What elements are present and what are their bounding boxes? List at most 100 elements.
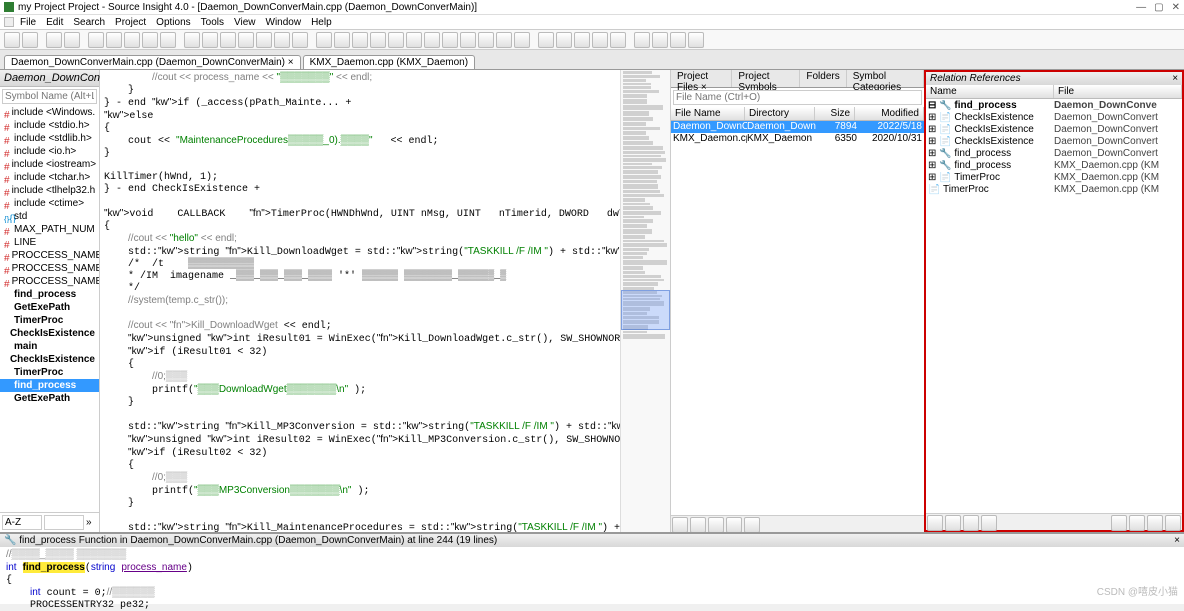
relation-close-icon[interactable]: × — [1172, 73, 1178, 84]
code-editor[interactable]: //cout << process_name << "▒▒▒▒▒▒▒" << e… — [100, 70, 670, 532]
col-mod[interactable]: Modified — [855, 107, 924, 120]
doc-tab[interactable]: Daemon_DownConverMain.cpp (Daemon_DownCo… — [4, 55, 301, 69]
tool-button[interactable] — [460, 32, 476, 48]
tool-button[interactable] — [556, 32, 572, 48]
symbol-item[interactable]: CheckIsExistence — [0, 353, 99, 366]
symbol-item[interactable]: find_process — [0, 288, 99, 301]
symbol-item[interactable]: GetExePath — [0, 301, 99, 314]
tool-button[interactable] — [574, 32, 590, 48]
copy-button[interactable] — [106, 32, 122, 48]
tool-button[interactable] — [496, 32, 512, 48]
symbol-item[interactable]: #include <ctime> — [0, 197, 99, 210]
file-search-input[interactable] — [673, 90, 922, 105]
symbol-item[interactable]: #PROCCESS_NAME_ — [0, 249, 99, 262]
tool-button[interactable] — [406, 32, 422, 48]
proj-tool-button[interactable] — [744, 517, 760, 532]
context-close-icon[interactable]: × — [1174, 535, 1180, 546]
tool-button[interactable] — [238, 32, 254, 48]
tool-button[interactable] — [610, 32, 626, 48]
tool-button[interactable] — [202, 32, 218, 48]
proj-tool-button[interactable] — [708, 517, 724, 532]
nav-back-button[interactable] — [4, 32, 20, 48]
projtab-symbols[interactable]: Project Symbols — [732, 70, 800, 87]
tool-button[interactable] — [592, 32, 608, 48]
symbol-item[interactable]: #LINE — [0, 236, 99, 249]
tool-button[interactable] — [334, 32, 350, 48]
tool-button[interactable] — [514, 32, 530, 48]
file-row[interactable]: Daemon_DownConvDaemon_Down78942022/5/18 — [671, 121, 924, 133]
symbol-item[interactable]: TimerProc — [0, 366, 99, 379]
save-button[interactable] — [46, 32, 62, 48]
relation-node[interactable]: ⊞ 📄 CheckIsExistenceDaemon_DownConvert — [928, 136, 1180, 148]
menu-edit[interactable]: Edit — [42, 17, 67, 28]
relation-node[interactable]: ⊞ 📄 TimerProcKMX_Daemon.cpp (KM — [928, 172, 1180, 184]
symbol-item[interactable]: {}std — [0, 210, 99, 223]
tool-button[interactable] — [292, 32, 308, 48]
range-go-icon[interactable]: » — [86, 517, 92, 528]
symbol-item[interactable]: GetExePath — [0, 392, 99, 405]
save-all-button[interactable] — [64, 32, 80, 48]
col-size[interactable]: Size — [815, 107, 855, 120]
symbol-item[interactable]: TimerProc — [0, 314, 99, 327]
tool-button[interactable] — [220, 32, 236, 48]
symbol-item[interactable]: #include <Windows. — [0, 106, 99, 119]
tool-button[interactable] — [688, 32, 704, 48]
symbol-item[interactable]: #PROCCESS_NAME_ — [0, 275, 99, 288]
tool-button[interactable] — [274, 32, 290, 48]
rel-tool-button[interactable] — [927, 515, 943, 531]
rel-tool-button[interactable] — [1165, 515, 1181, 531]
tool-button[interactable] — [652, 32, 668, 48]
symbol-item[interactable]: CheckIsExistence — [0, 327, 99, 340]
rel-tool-button[interactable] — [1129, 515, 1145, 531]
tool-button[interactable] — [634, 32, 650, 48]
relation-node[interactable]: 📄 TimerProcKMX_Daemon.cpp (KM — [928, 184, 1180, 196]
tab-close-icon[interactable]: × — [288, 57, 294, 68]
tool-button[interactable] — [370, 32, 386, 48]
rel-tool-button[interactable] — [1111, 515, 1127, 531]
tool-button[interactable] — [670, 32, 686, 48]
tool-button[interactable] — [478, 32, 494, 48]
tool-button[interactable] — [424, 32, 440, 48]
projtab-files[interactable]: Project Files × — [671, 70, 732, 87]
menu-window[interactable]: Window — [262, 17, 306, 28]
menu-project[interactable]: Project — [111, 17, 150, 28]
range-to-input[interactable] — [44, 515, 84, 530]
tool-button[interactable] — [388, 32, 404, 48]
proj-tool-button[interactable] — [690, 517, 706, 532]
cut-button[interactable] — [88, 32, 104, 48]
relation-node[interactable]: ⊞ 🔧 find_processKMX_Daemon.cpp (KM — [928, 160, 1180, 172]
relation-node[interactable]: ⊞ 🔧 find_processDaemon_DownConvert — [928, 148, 1180, 160]
symbol-search-input[interactable] — [2, 89, 97, 104]
nav-fwd-button[interactable] — [22, 32, 38, 48]
rel-tool-button[interactable] — [1147, 515, 1163, 531]
tool-button[interactable] — [316, 32, 332, 48]
symbol-item[interactable]: #include <io.h> — [0, 145, 99, 158]
tool-button[interactable] — [442, 32, 458, 48]
symbol-item[interactable]: #include <iostream> — [0, 158, 99, 171]
doc-tab[interactable]: KMX_Daemon.cpp (KMX_Daemon) — [303, 55, 475, 69]
menu-help[interactable]: Help — [307, 17, 336, 28]
proj-tool-button[interactable] — [726, 517, 742, 532]
relation-node[interactable]: ⊞ 📄 CheckIsExistenceDaemon_DownConvert — [928, 112, 1180, 124]
rel-tool-button[interactable] — [945, 515, 961, 531]
range-from-input[interactable] — [2, 515, 42, 530]
projtab-cats[interactable]: Symbol Categories — [847, 70, 924, 87]
file-row[interactable]: KMX_Daemon.cppKMX_Daemon63502020/10/31 — [671, 133, 924, 145]
menu-options[interactable]: Options — [152, 17, 194, 28]
close-button[interactable]: ✕ — [1172, 2, 1180, 13]
col-filename[interactable]: File Name — [671, 107, 745, 120]
menu-search[interactable]: Search — [69, 17, 109, 28]
undo-button[interactable] — [142, 32, 158, 48]
paste-button[interactable] — [124, 32, 140, 48]
minimap[interactable] — [620, 70, 670, 532]
menu-file[interactable]: File — [16, 17, 40, 28]
symbol-item[interactable]: #include <stdlib.h> — [0, 132, 99, 145]
redo-button[interactable] — [160, 32, 176, 48]
col-dir[interactable]: Directory — [745, 107, 815, 120]
symbol-item[interactable]: #PROCCESS_NAME_ — [0, 262, 99, 275]
projtab-folders[interactable]: Folders — [800, 70, 846, 87]
rel-tool-button[interactable] — [981, 515, 997, 531]
rel-col-name[interactable]: Name — [926, 85, 1054, 98]
relation-node[interactable]: ⊞ 📄 CheckIsExistenceDaemon_DownConvert — [928, 124, 1180, 136]
symbol-item[interactable]: #include <tlhelp32.h — [0, 184, 99, 197]
